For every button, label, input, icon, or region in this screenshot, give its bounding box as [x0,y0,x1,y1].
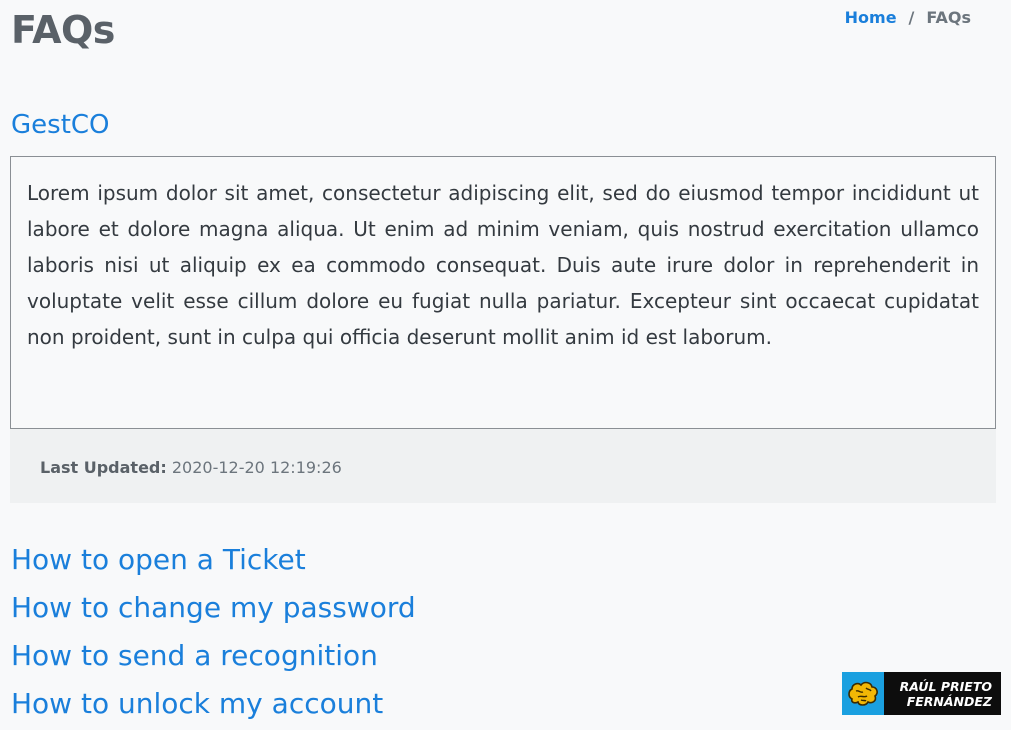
faq-category-title: GestCO [11,110,110,140]
list-item: How to unlock my account [11,682,416,730]
faq-link-change-password[interactable]: How to change my password [11,591,416,624]
breadcrumb: Home / FAQs [845,8,971,27]
faq-card-body: Lorem ipsum dolor sit amet, consectetur … [10,156,996,429]
watermark-line-1: RAÚL PRIETO [899,678,992,694]
watermark-badge: RAÚL PRIETO FERNÁNDEZ [842,672,1001,715]
list-item: How to open a Ticket [11,538,416,586]
watermark-text: RAÚL PRIETO FERNÁNDEZ [884,679,1001,709]
breadcrumb-separator: / [908,8,915,27]
faq-card-footer: Last Updated: 2020-12-20 12:19:26 [10,429,996,503]
list-item: How to change my password [11,586,416,634]
faq-link-list: How to open a Ticket How to change my pa… [11,538,416,730]
last-updated-label: Last Updated: [40,458,167,477]
breadcrumb-current: FAQs [926,8,971,27]
list-item: How to send a recognition [11,634,416,682]
watermark-line-2: FERNÁNDEZ [906,693,992,709]
breadcrumb-home-link[interactable]: Home [845,8,897,27]
last-updated-value: 2020-12-20 12:19:26 [171,458,342,477]
brain-logo-icon [842,672,884,715]
faq-link-send-recognition[interactable]: How to send a recognition [11,639,378,672]
faq-link-unlock-account[interactable]: How to unlock my account [11,687,383,720]
page-header: FAQs Home / FAQs [0,0,1011,80]
page-title: FAQs [11,8,115,52]
faq-link-open-ticket[interactable]: How to open a Ticket [11,543,306,576]
faq-card: Lorem ipsum dolor sit amet, consectetur … [10,156,996,503]
